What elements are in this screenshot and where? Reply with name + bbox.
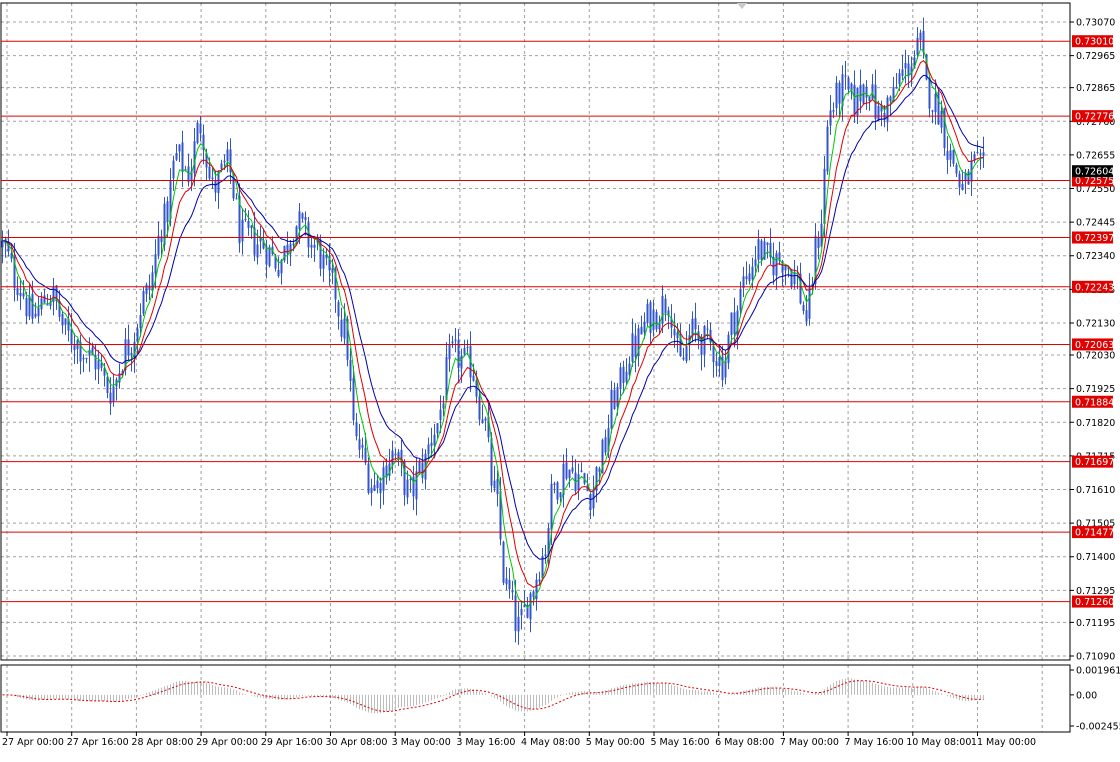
x-tick-label: 5 May 16:00 xyxy=(650,737,709,748)
y-tick-label: 0.72965 xyxy=(1076,51,1115,62)
chart-window: 0.730700.729650.728650.727600.726550.725… xyxy=(0,0,1120,758)
x-tick-label: 11 May 00:00 xyxy=(971,737,1036,748)
candle xyxy=(656,309,658,332)
level-price-tag: 0.71697 xyxy=(1072,456,1114,469)
y-tick-label: 0.72655 xyxy=(1076,150,1115,161)
x-tick-label: 28 Apr 08:00 xyxy=(131,737,193,748)
y-tick-label: 0.71195 xyxy=(1076,618,1115,629)
y-tick-label: 0.72865 xyxy=(1076,83,1115,94)
x-tick-label: 10 May 08:00 xyxy=(906,737,971,748)
level-price-tag: 0.73010 xyxy=(1072,35,1114,48)
candle xyxy=(197,120,199,144)
chart-background xyxy=(0,0,1120,758)
svg-text:0.72604: 0.72604 xyxy=(1075,167,1114,178)
y-tick-label: 0.72445 xyxy=(1076,218,1115,229)
level-price-tag: 0.71884 xyxy=(1072,396,1114,409)
x-tick-label: 3 May 16:00 xyxy=(456,737,515,748)
oscillator-tick-label: 0.001961 xyxy=(1076,666,1120,677)
svg-text:0.71477: 0.71477 xyxy=(1075,528,1114,539)
candle xyxy=(143,287,145,316)
x-tick-label: 29 Apr 00:00 xyxy=(196,737,258,748)
y-tick-label: 0.73070 xyxy=(1076,18,1115,29)
svg-text:0.72776: 0.72776 xyxy=(1075,112,1114,123)
level-price-tag: 0.72243 xyxy=(1072,281,1114,294)
level-price-tag: 0.72776 xyxy=(1072,110,1114,123)
y-tick-label: 0.71610 xyxy=(1076,485,1115,496)
price-chart: 0.730700.729650.728650.727600.726550.725… xyxy=(0,0,1120,758)
svg-text:0.72397: 0.72397 xyxy=(1075,233,1114,244)
x-tick-label: 5 May 00:00 xyxy=(586,737,645,748)
svg-text:0.72243: 0.72243 xyxy=(1075,282,1114,293)
level-price-tag: 0.72397 xyxy=(1072,231,1114,244)
x-tick-label: 3 May 00:00 xyxy=(392,737,451,748)
x-tick-label: 27 Apr 00:00 xyxy=(2,737,64,748)
oscillator-tick-label: -0.002455 xyxy=(1076,722,1120,733)
y-tick-label: 0.71820 xyxy=(1076,418,1115,429)
y-tick-label: 0.71295 xyxy=(1076,586,1115,597)
candle xyxy=(827,120,829,175)
candle xyxy=(503,541,505,585)
level-price-tag: 0.72063 xyxy=(1072,338,1114,351)
x-tick-label: 27 Apr 16:00 xyxy=(67,737,129,748)
candle xyxy=(284,246,286,263)
candle xyxy=(938,90,940,125)
x-tick-label: 30 Apr 08:00 xyxy=(326,737,388,748)
svg-text:0.71697: 0.71697 xyxy=(1075,457,1114,468)
svg-text:0.71260: 0.71260 xyxy=(1075,597,1114,608)
x-tick-label: 7 May 00:00 xyxy=(780,737,839,748)
y-tick-label: 0.72030 xyxy=(1076,351,1115,362)
level-price-tag: 0.71260 xyxy=(1072,596,1114,609)
svg-text:0.71884: 0.71884 xyxy=(1075,397,1114,408)
svg-text:0.72063: 0.72063 xyxy=(1075,340,1114,351)
y-tick-label: 0.72130 xyxy=(1076,318,1115,329)
y-tick-label: 0.71090 xyxy=(1076,652,1115,663)
y-tick-label: 0.72340 xyxy=(1076,251,1115,262)
x-tick-label: 4 May 08:00 xyxy=(521,737,580,748)
x-tick-label: 6 May 08:00 xyxy=(715,737,774,748)
y-tick-label: 0.71400 xyxy=(1076,552,1115,563)
oscillator-tick-label: 0.00 xyxy=(1076,690,1097,701)
x-tick-label: 7 May 16:00 xyxy=(845,737,904,748)
x-tick-label: 29 Apr 16:00 xyxy=(261,737,323,748)
level-price-tag: 0.71477 xyxy=(1072,526,1114,539)
current-price-tag: 0.72604 xyxy=(1072,165,1114,178)
y-tick-label: 0.71925 xyxy=(1076,384,1115,395)
svg-text:0.73010: 0.73010 xyxy=(1075,37,1114,48)
